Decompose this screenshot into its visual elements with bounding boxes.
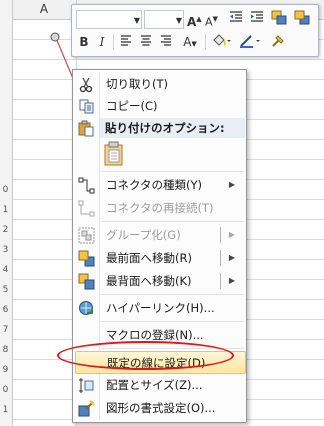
menu-item-label: 最前面へ移動(R) <box>106 251 192 265</box>
shape-styles-icon[interactable] <box>270 10 288 28</box>
split-divider <box>220 250 221 266</box>
font-color-button[interactable]: A▼ <box>180 33 200 51</box>
italic-button[interactable]: I <box>95 33 109 51</box>
chevron-down-icon: ▼ <box>191 40 197 48</box>
connector-handle-icon <box>50 32 60 42</box>
context-menu: 切り取り(T) コピー(C) 貼り付けのオプション: コネクタの種類(Y) ▶ … <box>72 69 247 423</box>
submenu-arrow-icon: ▶ <box>228 230 235 239</box>
submenu-arrow-icon: ▶ <box>228 253 235 262</box>
grow-font-button[interactable]: A▲ <box>187 10 202 29</box>
toolbar-divider <box>205 34 206 50</box>
scissors-icon <box>78 76 95 93</box>
paste-options-label: 貼り付けのオプション: <box>105 121 225 135</box>
submenu-arrow-icon: ▶ <box>228 180 235 189</box>
hyperlink-icon <box>78 300 95 317</box>
menu-item-label: コネクタの再接続(T) <box>106 201 214 215</box>
chevron-down-icon: ▼ <box>175 16 182 25</box>
menu-item-label: コピー(C) <box>106 99 158 113</box>
align-left-icon[interactable] <box>118 33 134 51</box>
menu-separator <box>101 171 244 172</box>
increase-indent-icon[interactable] <box>249 10 265 28</box>
submenu-arrow-icon: ▶ <box>228 276 235 285</box>
clipboard-icon <box>104 141 123 166</box>
bold-button[interactable]: B <box>77 33 91 51</box>
connector-type-icon <box>78 177 95 194</box>
font-name-box[interactable]: ▼ <box>76 10 142 29</box>
menu-item-group[interactable]: グループ化(G) ▶ <box>74 224 245 246</box>
menu-item-label: グループ化(G) <box>106 228 181 242</box>
align-right-icon[interactable] <box>158 33 174 51</box>
format-painter-icon[interactable] <box>268 33 288 51</box>
split-divider <box>220 273 221 289</box>
format-shape-icon <box>78 400 95 417</box>
menu-item-copy[interactable]: コピー(C) <box>74 95 245 117</box>
annotation-highlight-oval <box>57 341 234 370</box>
paste-keep-formatting-button[interactable] <box>103 141 125 167</box>
paste-options-header: 貼り付けのオプション: <box>100 118 245 138</box>
menu-item-cut[interactable]: 切り取り(T) <box>74 73 245 95</box>
grow-font-label: A <box>187 15 197 29</box>
bring-to-front-icon <box>78 250 95 267</box>
split-divider <box>220 227 221 243</box>
menu-item-hyperlink[interactable]: ハイパーリンク(H)... <box>74 297 245 319</box>
menu-item-label: 配置とサイズ(Z)... <box>106 378 203 392</box>
paste-icon <box>78 120 95 137</box>
shrink-font-button[interactable]: A▼ <box>205 10 218 29</box>
mini-toolbar: ▼ ▼ A▲ A▼ B I A▼ <box>71 4 319 57</box>
line-color-icon[interactable] <box>238 33 264 51</box>
menu-item-label: 図形の書式設定(O)... <box>106 401 216 415</box>
menu-separator <box>101 221 244 222</box>
fill-color-icon[interactable] <box>210 33 234 51</box>
menu-item-label: 最背面へ移動(K) <box>106 274 192 288</box>
font-size-box[interactable]: ▼ <box>144 10 184 29</box>
menu-item-label: コネクタの種類(Y) <box>106 178 203 192</box>
menu-item-reroute-connector[interactable]: コネクタの再接続(T) <box>74 197 245 219</box>
menu-separator <box>101 321 244 322</box>
chevron-down-icon: ▼ <box>133 16 140 25</box>
menu-item-format-shape[interactable]: 図形の書式設定(O)... <box>74 397 245 419</box>
group-icon <box>78 227 95 244</box>
menu-item-send-to-back[interactable]: 最背面へ移動(K) ▶ <box>74 270 245 292</box>
shape-styles-alt-icon[interactable] <box>293 10 311 28</box>
reroute-connector-icon <box>78 200 95 217</box>
size-position-icon <box>78 377 95 394</box>
send-to-back-icon <box>78 273 95 290</box>
toolbar-divider <box>113 34 114 50</box>
menu-item-label: ハイパーリンク(H)... <box>106 301 215 315</box>
menu-item-label: 切り取り(T) <box>106 77 168 91</box>
decrease-indent-icon[interactable] <box>228 10 244 28</box>
menu-item-connector-type[interactable]: コネクタの種類(Y) ▶ <box>74 174 245 196</box>
shrink-font-label: A <box>205 15 213 29</box>
menu-item-bring-to-front[interactable]: 最前面へ移動(R) ▶ <box>74 247 245 269</box>
copy-icon <box>78 98 95 115</box>
menu-separator <box>101 294 244 295</box>
menu-item-size-position[interactable]: 配置とサイズ(Z)... <box>74 374 245 396</box>
align-center-icon[interactable] <box>138 33 154 51</box>
